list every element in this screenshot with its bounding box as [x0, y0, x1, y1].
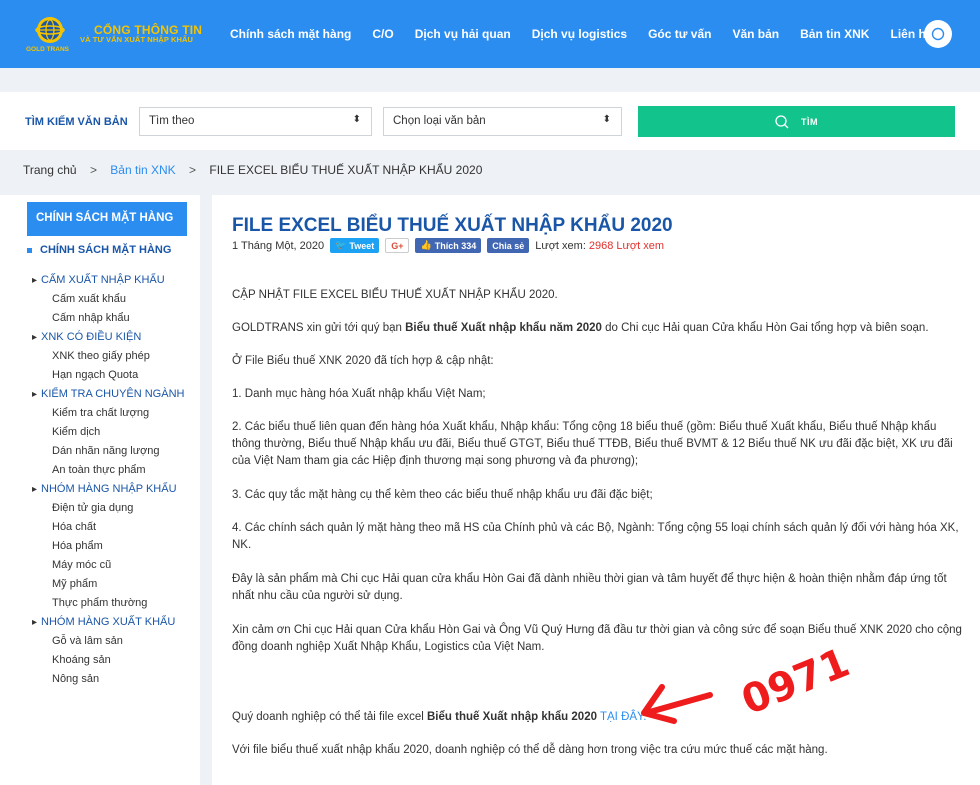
sidebar-item[interactable]: Hạn ngạch Quota — [32, 366, 184, 385]
header-search-button[interactable] — [924, 20, 952, 48]
sidebar-item[interactable]: Cấm nhập khẩu — [32, 309, 184, 328]
site-header: GOLD TRANS CỔNG THÔNG TIN VÀ TƯ VẤN XUẤT… — [0, 0, 980, 68]
sidebar-item[interactable]: An toàn thực phẩm — [32, 461, 184, 480]
sidebar-category[interactable]: KIỂM TRA CHUYÊN NGÀNH — [32, 385, 184, 404]
sidebar-item[interactable]: Dán nhãn năng lượng — [32, 442, 184, 461]
sidebar-heading: CHÍNH SÁCH MẶT HÀNG — [27, 202, 187, 236]
search-icon — [775, 114, 789, 128]
chevron-right-icon: > — [189, 163, 197, 177]
article-title: FILE EXCEL BIỂU THUẾ XUẤT NHẬP KHẨU 2020 — [232, 215, 673, 236]
nav-item-dich-vu-hai-quan[interactable]: Dịch vụ hải quan — [415, 27, 511, 41]
nav-item-goc-tu-van[interactable]: Góc tư vấn — [648, 27, 711, 41]
sidebar-menu: CẤM XUẤT NHẬP KHẨUCấm xuất khẩuCấm nhập … — [32, 271, 184, 689]
sidebar-item[interactable]: Kiểm tra chất lượng — [32, 404, 184, 423]
article: FILE EXCEL BIỂU THUẾ XUẤT NHẬP KHẨU 2020… — [212, 195, 980, 785]
site-logo[interactable]: GOLD TRANS CỔNG THÔNG TIN VÀ TƯ VẤN XUẤT… — [26, 12, 218, 56]
nav-item-chinh-sach[interactable]: Chính sách mặt hàng — [230, 27, 351, 41]
annotation-number: 0971 — [735, 640, 855, 724]
views-count: 2968 Lượt xem — [588, 239, 665, 252]
breadcrumb-home[interactable]: Trang chủ — [23, 163, 77, 177]
sidebar-item[interactable]: Nông sản — [32, 670, 184, 689]
search-by-value: Tìm theo — [149, 115, 195, 127]
logo-subtitle: VÀ TƯ VẤN XUẤT NHẬP KHẨU — [80, 35, 194, 45]
sidebar-item[interactable]: Hóa phẩm — [32, 537, 184, 556]
select-arrows-icon: ⬍ — [602, 114, 611, 125]
sidebar-category[interactable]: NHÓM HÀNG XUẤT KHẨU — [32, 613, 184, 632]
sidebar: CHÍNH SÁCH MẶT HÀNG CHÍNH SÁCH MẶT HÀNG … — [0, 195, 200, 785]
search-by-select[interactable]: Tìm theo ⬍ — [139, 107, 372, 136]
paragraph: 3. Các quy tắc mặt hàng cụ thể kèm theo … — [232, 489, 653, 501]
paragraph: Với file biểu thuế xuất nhập khẩu 2020, … — [232, 744, 828, 756]
breadcrumb: Trang chủ > Bản tin XNK > FILE EXCEL BIỂ… — [23, 163, 482, 177]
text-bold: Biểu thuế Xuất nhập khẩu 2020 — [427, 711, 597, 723]
sidebar-item[interactable]: Gỗ và lâm sản — [32, 632, 184, 651]
select-arrows-icon: ⬍ — [352, 114, 361, 125]
thumbs-up-icon: 👍 — [420, 240, 432, 250]
sidebar-item[interactable]: Cấm xuất khẩu — [32, 290, 184, 309]
article-meta: 1 Tháng Một, 2020 🐦 Tweet G+ 👍 Thích 334… — [232, 238, 664, 253]
text: Quý doanh nghiệp có thể tải file excel — [232, 711, 427, 723]
sidebar-category[interactable]: NHÓM HÀNG NHẬP KHẨU — [32, 480, 184, 499]
document-type-select[interactable]: Chọn loại văn bản ⬍ — [383, 107, 622, 136]
sidebar-item[interactable]: Thực phẩm thường — [32, 594, 184, 613]
paragraph: CẬP NHẬT FILE EXCEL BIỂU THUẾ XUẤT NHẬP … — [232, 289, 558, 301]
document-type-value: Chọn loại văn bản — [393, 115, 486, 127]
nav-item-ban-tin-xnk[interactable]: Bản tin XNK — [800, 27, 869, 41]
globe-icon: GOLD TRANS — [26, 12, 72, 56]
like-count-label: Thích 334 — [434, 240, 477, 251]
sidebar-subheading-label: CHÍNH SÁCH MẶT HÀNG — [40, 244, 172, 256]
article-date: 1 Tháng Một, 2020 — [232, 239, 325, 252]
search-submit-label: TÌM — [801, 116, 818, 127]
search-submit-button[interactable]: TÌM — [638, 106, 955, 137]
sidebar-item[interactable]: Điện tử gia dụng — [32, 499, 184, 518]
chevron-right-icon: > — [89, 163, 97, 177]
nav-item-van-ban[interactable]: Văn bản — [732, 27, 779, 41]
text-bold: Biểu thuế Xuất nhập khẩu năm 2020 — [405, 322, 602, 334]
paragraph: 2. Các biểu thuế liên quan đến hàng hóa … — [232, 421, 953, 467]
sidebar-category[interactable]: CẤM XUẤT NHẬP KHẨU — [32, 271, 184, 290]
tweet-button[interactable]: 🐦 Tweet — [330, 238, 380, 253]
search-icon — [931, 27, 945, 41]
document-search-bar: TÌM KIẾM VĂN BẢN Tìm theo ⬍ Chọn loại vă… — [0, 92, 980, 150]
sidebar-item[interactable]: Mỹ phẩm — [32, 575, 184, 594]
breadcrumb-section[interactable]: Bản tin XNK — [110, 163, 175, 177]
text: do Chi cục Hải quan Cửa khẩu Hòn Gai tổn… — [601, 322, 929, 334]
paragraph: GOLDTRANS xin gửi tới quý bạn Biểu thuế … — [232, 320, 962, 337]
facebook-share-button[interactable]: Chia sẻ — [487, 238, 530, 253]
sidebar-item[interactable]: Máy móc cũ — [32, 556, 184, 575]
paragraph: 1. Danh mục hàng hóa Xuất nhập khẩu Việt… — [232, 388, 486, 400]
sidebar-item[interactable]: XNK theo giấy phép — [32, 347, 184, 366]
search-label: TÌM KIẾM VĂN BẢN — [25, 116, 128, 128]
main-nav: Chính sách mặt hàng C/O Dịch vụ hải quan… — [230, 27, 954, 41]
facebook-like-button[interactable]: 👍 Thích 334 — [415, 238, 482, 253]
twitter-bird-icon: 🐦 — [335, 240, 347, 250]
sidebar-item[interactable]: Hóa chất — [32, 518, 184, 537]
paragraph: 4. Các chính sách quản lý mặt hàng theo … — [232, 522, 959, 551]
paragraph: Đây là sản phẩm mà Chi cục Hải quan cửa … — [232, 573, 947, 602]
google-plus-button[interactable]: G+ — [385, 238, 410, 253]
views-label: Lượt xem: — [535, 239, 586, 252]
red-arrow-annotation-icon: 0971 — [641, 640, 856, 724]
sidebar-category[interactable]: XNK CÓ ĐIỀU KIỆN — [32, 328, 184, 347]
logo-badge: GOLD TRANS — [26, 46, 69, 53]
bullet-square-icon — [27, 247, 32, 253]
text: GOLDTRANS xin gửi tới quý bạn — [232, 322, 406, 334]
sidebar-item[interactable]: Kiểm dịch — [32, 423, 184, 442]
nav-item-dich-vu-logistics[interactable]: Dịch vụ logistics — [532, 27, 627, 41]
sidebar-item[interactable]: Khoáng sản — [32, 651, 184, 670]
breadcrumb-current: FILE EXCEL BIỂU THUẾ XUẤT NHẬP KHẨU 2020 — [209, 163, 483, 177]
tweet-label: Tweet — [349, 240, 375, 251]
sidebar-subheading[interactable]: CHÍNH SÁCH MẶT HÀNG — [27, 244, 171, 256]
paragraph: Ở File Biểu thuế XNK 2020 đã tích hợp & … — [232, 355, 494, 367]
nav-item-co[interactable]: C/O — [372, 27, 393, 41]
